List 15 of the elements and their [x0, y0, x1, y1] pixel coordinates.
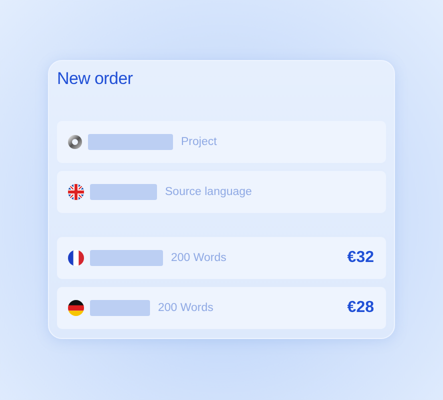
row-label: Project: [181, 136, 217, 148]
card-title: New order: [57, 69, 134, 89]
language-row[interactable]: 200 Words €32: [57, 237, 386, 279]
word-count: 200 Words: [158, 302, 214, 314]
placeholder-bar: [90, 184, 157, 200]
placeholder-bar: [90, 300, 150, 316]
price: €32: [347, 249, 374, 267]
row-label: Source language: [165, 186, 252, 198]
language-row[interactable]: 200 Words €28: [57, 287, 386, 329]
germany-flag-icon: [68, 300, 84, 316]
france-flag-icon: [68, 250, 84, 266]
ring-icon: [68, 135, 82, 149]
uk-flag-icon: [68, 184, 84, 200]
word-count: 200 Words: [171, 252, 226, 264]
price: €28: [347, 299, 374, 317]
